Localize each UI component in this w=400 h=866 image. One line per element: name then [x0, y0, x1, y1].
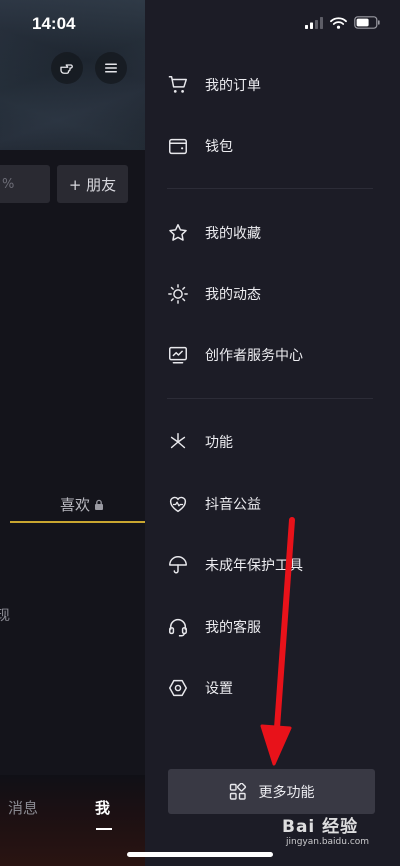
hand-icon-button[interactable] [51, 52, 83, 84]
signal-icon [305, 16, 323, 29]
headset-icon [169, 619, 187, 637]
wifi-icon [330, 16, 347, 29]
menu-item-features[interactable]: 功能 [167, 427, 387, 457]
add-friend-label: + 朋友 [68, 175, 117, 194]
menu-item-label: 未成年保护工具 [205, 558, 303, 574]
cart-icon [168, 76, 187, 93]
side-drawer: 我的订单 钱包 我的收藏 我的动态 创作者服务中心 功能 抖音公益 未成年保护工… [145, 0, 400, 866]
menu-divider [167, 188, 373, 189]
umbrella-icon [169, 556, 187, 574]
menu-item-label: 设置 [205, 681, 233, 697]
watermark-main: Bai 经验 [282, 817, 359, 837]
menu-item-label: 我的客服 [205, 620, 261, 636]
menu-item-settings[interactable]: 设置 [167, 673, 387, 703]
hand-pointer-icon [60, 64, 73, 74]
watermark-sub: jingyan.baidu.com [286, 837, 370, 847]
menu-item-charity[interactable]: 抖音公益 [167, 489, 387, 519]
sparkle-icon [170, 433, 186, 449]
home-indicator [127, 852, 273, 857]
lock-icon [95, 499, 104, 510]
menu-button[interactable] [95, 52, 127, 84]
menu-item-favorites[interactable]: 我的收藏 [167, 218, 387, 248]
bottom-nav-background [0, 775, 145, 866]
menu-item-label: 我的收藏 [205, 226, 261, 242]
more-features-button[interactable]: 更多功能 [168, 769, 375, 814]
status-time: 14:04 [32, 14, 76, 33]
add-friend-button[interactable]: + 朋友 [57, 165, 128, 203]
menu-item-label: 我的订单 [205, 78, 261, 94]
more-features-label: 更多功能 [258, 784, 315, 801]
nav-me[interactable]: 我 [95, 797, 110, 818]
nav-messages[interactable]: 消息 [8, 797, 38, 818]
menu-item-label: 我的动态 [205, 287, 261, 303]
grid-icon [229, 782, 246, 800]
menu-item-minor-protection[interactable]: 未成年保护工具 [167, 550, 387, 580]
menu-item-activity[interactable]: 我的动态 [167, 279, 387, 309]
battery-icon [354, 16, 380, 29]
chart-icon [169, 346, 187, 364]
menu-divider [167, 398, 373, 399]
wallet-icon [169, 138, 187, 155]
hamburger-icon [105, 63, 117, 73]
menu-item-label: 创作者服务中心 [205, 348, 303, 364]
partial-text: 现 [0, 608, 10, 624]
menu-item-wallet[interactable]: 钱包 [167, 131, 387, 161]
status-icons [305, 16, 380, 29]
sun-icon [168, 284, 188, 304]
star-icon [169, 224, 187, 241]
menu-item-label: 功能 [205, 435, 233, 451]
tab-likes-label: 喜欢 [60, 496, 91, 514]
settings-icon [169, 679, 187, 697]
menu-item-orders[interactable]: 我的订单 [167, 70, 387, 100]
tab-likes[interactable]: 喜欢 [60, 494, 104, 515]
menu-item-label: 钱包 [205, 139, 233, 155]
heart-icon [169, 496, 187, 513]
profile-background: 14:04 % + 朋友 喜欢 现 消息 我 [0, 0, 145, 866]
menu-item-label: 抖音公益 [205, 497, 261, 513]
stats-box: % [0, 165, 50, 203]
tab-likes-underline [10, 521, 145, 523]
percent-text: % [2, 176, 15, 192]
menu-item-customer-service[interactable]: 我的客服 [167, 612, 387, 642]
menu-item-creator-center[interactable]: 创作者服务中心 [167, 340, 387, 370]
nav-me-indicator [96, 828, 112, 830]
watermark: Bai 经验 jingyan.baidu.com [282, 812, 369, 847]
